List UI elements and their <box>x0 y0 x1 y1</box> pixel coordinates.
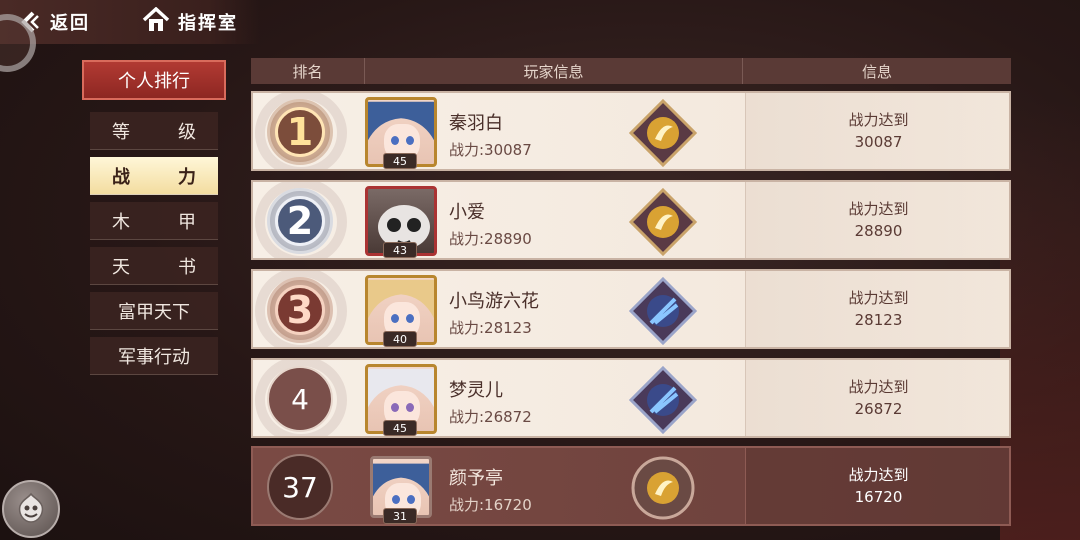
mascot-icon <box>18 492 44 523</box>
sidebar-item-label: 级 <box>178 121 196 143</box>
info-cell: 战力达到 26872 <box>745 360 1009 436</box>
background-decoration <box>1000 100 1080 540</box>
info-title: 战力达到 <box>848 200 909 218</box>
sidebar-item-label: 战 <box>112 166 130 188</box>
info-value: 16720 <box>854 488 903 506</box>
table-row-self[interactable]: 37 31 颜予亭 战力:16720 战力达到 16720 <box>251 446 1011 526</box>
info-title: 战力达到 <box>848 289 909 307</box>
info-cell: 战力达到 28123 <box>745 271 1009 347</box>
level-badge: 31 <box>383 508 417 524</box>
sidebar-item-label: 力 <box>178 166 196 188</box>
player-name: 秦羽白 <box>449 113 503 134</box>
personal-ranking-tab[interactable]: 个人排行 <box>82 60 226 100</box>
back-label: 返回 <box>50 13 90 34</box>
home-label: 指挥室 <box>178 13 238 34</box>
table-row[interactable]: 1 45 秦羽白 战力:30087 战力达到 30087 <box>251 91 1011 171</box>
table-row[interactable]: 3 40 小鸟游六花 战力:28123 战力达到 28123 <box>251 269 1011 349</box>
rank-number: 2 <box>286 199 314 243</box>
info-value: 30087 <box>854 133 903 151</box>
top-nav-bar: 返回 指挥室 <box>0 0 260 44</box>
sidebar-item-label: 木 <box>112 211 130 233</box>
level-badge: 45 <box>383 153 417 169</box>
player-name: 小爱 <box>449 202 485 223</box>
sidebar-item-wealth[interactable]: 富甲天下 <box>90 292 218 330</box>
sidebar-item-mujia[interactable]: 木甲 <box>90 202 218 240</box>
gold-seal-icon <box>628 187 698 257</box>
rank-badge: 4 <box>267 366 333 432</box>
info-column-header: 信息 <box>861 62 892 81</box>
home-icon <box>142 6 170 37</box>
level-badge: 40 <box>383 331 417 347</box>
blue-swords-icon <box>628 276 698 346</box>
sidebar-item-label: 甲 <box>178 211 196 233</box>
info-value: 28123 <box>854 311 903 329</box>
chat-button[interactable] <box>2 480 60 538</box>
sidebar-item-level[interactable]: 等级 <box>90 112 218 150</box>
rank-number: 4 <box>291 382 309 416</box>
rank-number: 3 <box>286 288 314 332</box>
player-name: 小鸟游六花 <box>449 291 539 312</box>
rank-column-header: 排名 <box>251 58 365 84</box>
player-power: 战力:30087 <box>449 141 532 159</box>
rank-badge: 37 <box>267 454 333 520</box>
sidebar-item-tianshu[interactable]: 天书 <box>90 247 218 285</box>
info-title: 战力达到 <box>848 378 909 396</box>
rank-number: 1 <box>286 110 314 154</box>
sidebar-item-military[interactable]: 军事行动 <box>90 337 218 375</box>
gold-medal-icon: 1 <box>267 99 333 165</box>
sidebar-item-label: 书 <box>178 256 196 278</box>
info-title: 战力达到 <box>848 111 909 129</box>
player-column-header: 玩家信息 <box>365 58 743 84</box>
info-cell: 战力达到 28890 <box>745 182 1009 258</box>
sidebar-item-label: 天 <box>112 256 130 278</box>
level-badge: 43 <box>383 242 417 258</box>
sidebar-item-label: 等 <box>112 121 130 143</box>
home-button[interactable]: 指挥室 <box>142 6 238 38</box>
info-cell: 战力达到 30087 <box>745 93 1009 169</box>
bronze-medal-icon: 3 <box>267 277 333 343</box>
rank-number: 37 <box>282 470 318 504</box>
level-badge: 45 <box>383 420 417 436</box>
gold-seal-icon <box>629 454 697 522</box>
player-power: 战力:16720 <box>449 496 532 514</box>
gold-seal-icon <box>628 98 698 168</box>
info-value: 28890 <box>854 222 903 240</box>
sidebar-item-power[interactable]: 战力 <box>90 157 218 195</box>
table-row[interactable]: 2 43 小爱 战力:28890 战力达到 28890 <box>251 180 1011 260</box>
table-row[interactable]: 4 45 梦灵儿 战力:26872 战力达到 26872 <box>251 358 1011 438</box>
info-value: 26872 <box>854 400 903 418</box>
info-title: 战力达到 <box>848 466 909 484</box>
ranking-table-header: 排名 玩家信息 信息 <box>251 58 1011 84</box>
player-power: 战力:28890 <box>449 230 532 248</box>
silver-medal-icon: 2 <box>267 188 333 254</box>
player-power: 战力:28123 <box>449 319 532 337</box>
blue-swords-icon <box>628 365 698 435</box>
player-name: 梦灵儿 <box>449 380 503 401</box>
info-cell: 战力达到 16720 <box>745 448 1009 524</box>
player-power: 战力:26872 <box>449 408 532 426</box>
player-name: 颜予亭 <box>449 468 503 489</box>
